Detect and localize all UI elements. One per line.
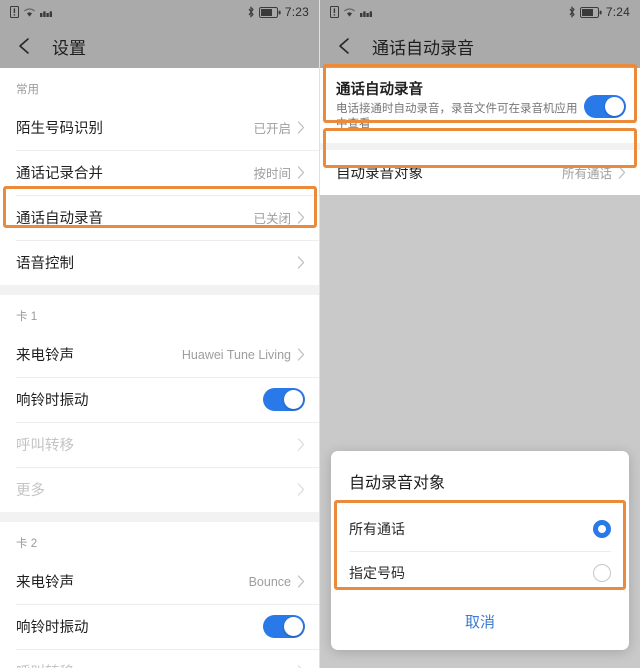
radio-button-unselected[interactable] — [593, 564, 611, 582]
chevron-right-icon — [297, 348, 305, 361]
toggle-knob — [284, 390, 303, 409]
list-item-label: 更多 — [16, 483, 45, 499]
wifi-icon — [23, 7, 36, 18]
back-arrow-icon[interactable] — [14, 35, 36, 57]
chevron-right-icon — [297, 121, 305, 134]
list-item-label: 响铃时振动 — [16, 620, 89, 636]
list-item-call-forwarding-sim1[interactable]: 呼叫转移 — [0, 422, 319, 467]
list-item-label: 语音控制 — [16, 256, 74, 272]
page-title: 设置 — [52, 38, 86, 58]
chevron-right-icon — [297, 256, 305, 269]
dialog-option-specific-numbers[interactable]: 指定号码 — [331, 551, 629, 595]
section-header-sim2: 卡 2 — [0, 522, 319, 559]
list-item-ringtone-sim2[interactable]: 来电铃声 Bounce — [0, 559, 319, 604]
signal-icon — [40, 7, 54, 18]
battery-icon — [258, 6, 281, 18]
settings-list-sim2: 来电铃声 Bounce 响铃时振动 呼叫转移 更多 — [0, 559, 319, 668]
right-phone-screen: 7:24 通话自动录音 通话自动录音 电话接通时自动录音，录音文件可在录音机应用… — [320, 0, 640, 668]
chevron-right-icon — [297, 438, 305, 451]
list-item-label: 来电铃声 — [16, 575, 74, 591]
left-phone-screen: 7:23 设置 常用 陌生号码识别 已开启 通话记录合并 按时间 通话自动录音 — [0, 0, 320, 668]
vibrate-toggle-sim1[interactable] — [263, 388, 305, 411]
section-divider — [0, 512, 319, 522]
list-item-label: 通话自动录音 — [16, 211, 103, 227]
list-item-label: 呼叫转移 — [16, 661, 297, 668]
toggle-knob — [284, 617, 303, 636]
dialog-option-label: 指定号码 — [349, 565, 405, 581]
list-item-label: 陌生号码识别 — [16, 121, 103, 137]
list-item-value: Huawei Tune Living — [181, 347, 291, 362]
settings-list-sim1: 来电铃声 Huawei Tune Living 响铃时振动 呼叫转移 更多 — [0, 332, 319, 512]
list-item-label: 通话记录合并 — [16, 166, 103, 182]
list-item-label: 呼叫转移 — [16, 438, 74, 454]
list-item-vibrate-sim2[interactable]: 响铃时振动 — [0, 604, 319, 649]
list-item-label: 响铃时振动 — [16, 393, 89, 409]
list-item-value: Bounce — [248, 574, 291, 589]
list-item-call-log-merge[interactable]: 通话记录合并 按时间 — [0, 150, 319, 195]
status-left-icons — [10, 6, 54, 18]
list-item-auto-call-recording[interactable]: 通话自动录音 已关闭 — [0, 195, 319, 240]
list-item-value: 已开启 — [253, 122, 291, 136]
dialog-title: 自动录音对象 — [349, 475, 446, 492]
list-item-call-forwarding-sim2[interactable]: 呼叫转移 — [0, 649, 319, 668]
chevron-right-icon — [297, 575, 305, 588]
list-item-label: 来电铃声 — [16, 348, 74, 364]
dialog-cancel-button[interactable]: 取消 — [331, 595, 629, 650]
sim-alert-icon — [10, 6, 19, 18]
dialog-option-label: 所有通话 — [349, 521, 405, 537]
list-item-more-sim1[interactable]: 更多 — [0, 467, 319, 512]
list-item-vibrate-sim1[interactable]: 响铃时振动 — [0, 377, 319, 422]
left-status-bar: 7:23 — [0, 0, 319, 24]
dialog-option-all-calls[interactable]: 所有通话 — [331, 507, 629, 551]
vibrate-toggle-sim2[interactable] — [263, 615, 305, 638]
section-header-sim1: 卡 1 — [0, 295, 319, 332]
bluetooth-icon — [247, 6, 255, 18]
chevron-right-icon — [297, 211, 305, 224]
dual-screenshot-container: 7:23 设置 常用 陌生号码识别 已开启 通话记录合并 按时间 通话自动录音 — [0, 0, 640, 668]
list-item-stranger-number-id[interactable]: 陌生号码识别 已开启 — [0, 105, 319, 150]
settings-list-general: 陌生号码识别 已开启 通话记录合并 按时间 通话自动录音 已关闭 语音控制 — [0, 105, 319, 285]
status-right-icons: 7:23 — [247, 5, 309, 19]
chevron-right-icon — [297, 166, 305, 179]
list-item-voice-control[interactable]: 语音控制 — [0, 240, 319, 285]
left-app-bar: 设置 — [0, 24, 319, 68]
status-clock: 7:23 — [284, 5, 309, 19]
section-divider — [0, 285, 319, 295]
list-item-ringtone-sim1[interactable]: 来电铃声 Huawei Tune Living — [0, 332, 319, 377]
chevron-right-icon — [297, 483, 305, 496]
section-header-general: 常用 — [0, 68, 319, 105]
radio-button-selected[interactable] — [593, 520, 611, 538]
list-item-value: 按时间 — [253, 167, 291, 181]
recording-target-dialog: 自动录音对象 所有通话 指定号码 取消 — [331, 451, 629, 650]
list-item-value: 已关闭 — [253, 212, 291, 226]
